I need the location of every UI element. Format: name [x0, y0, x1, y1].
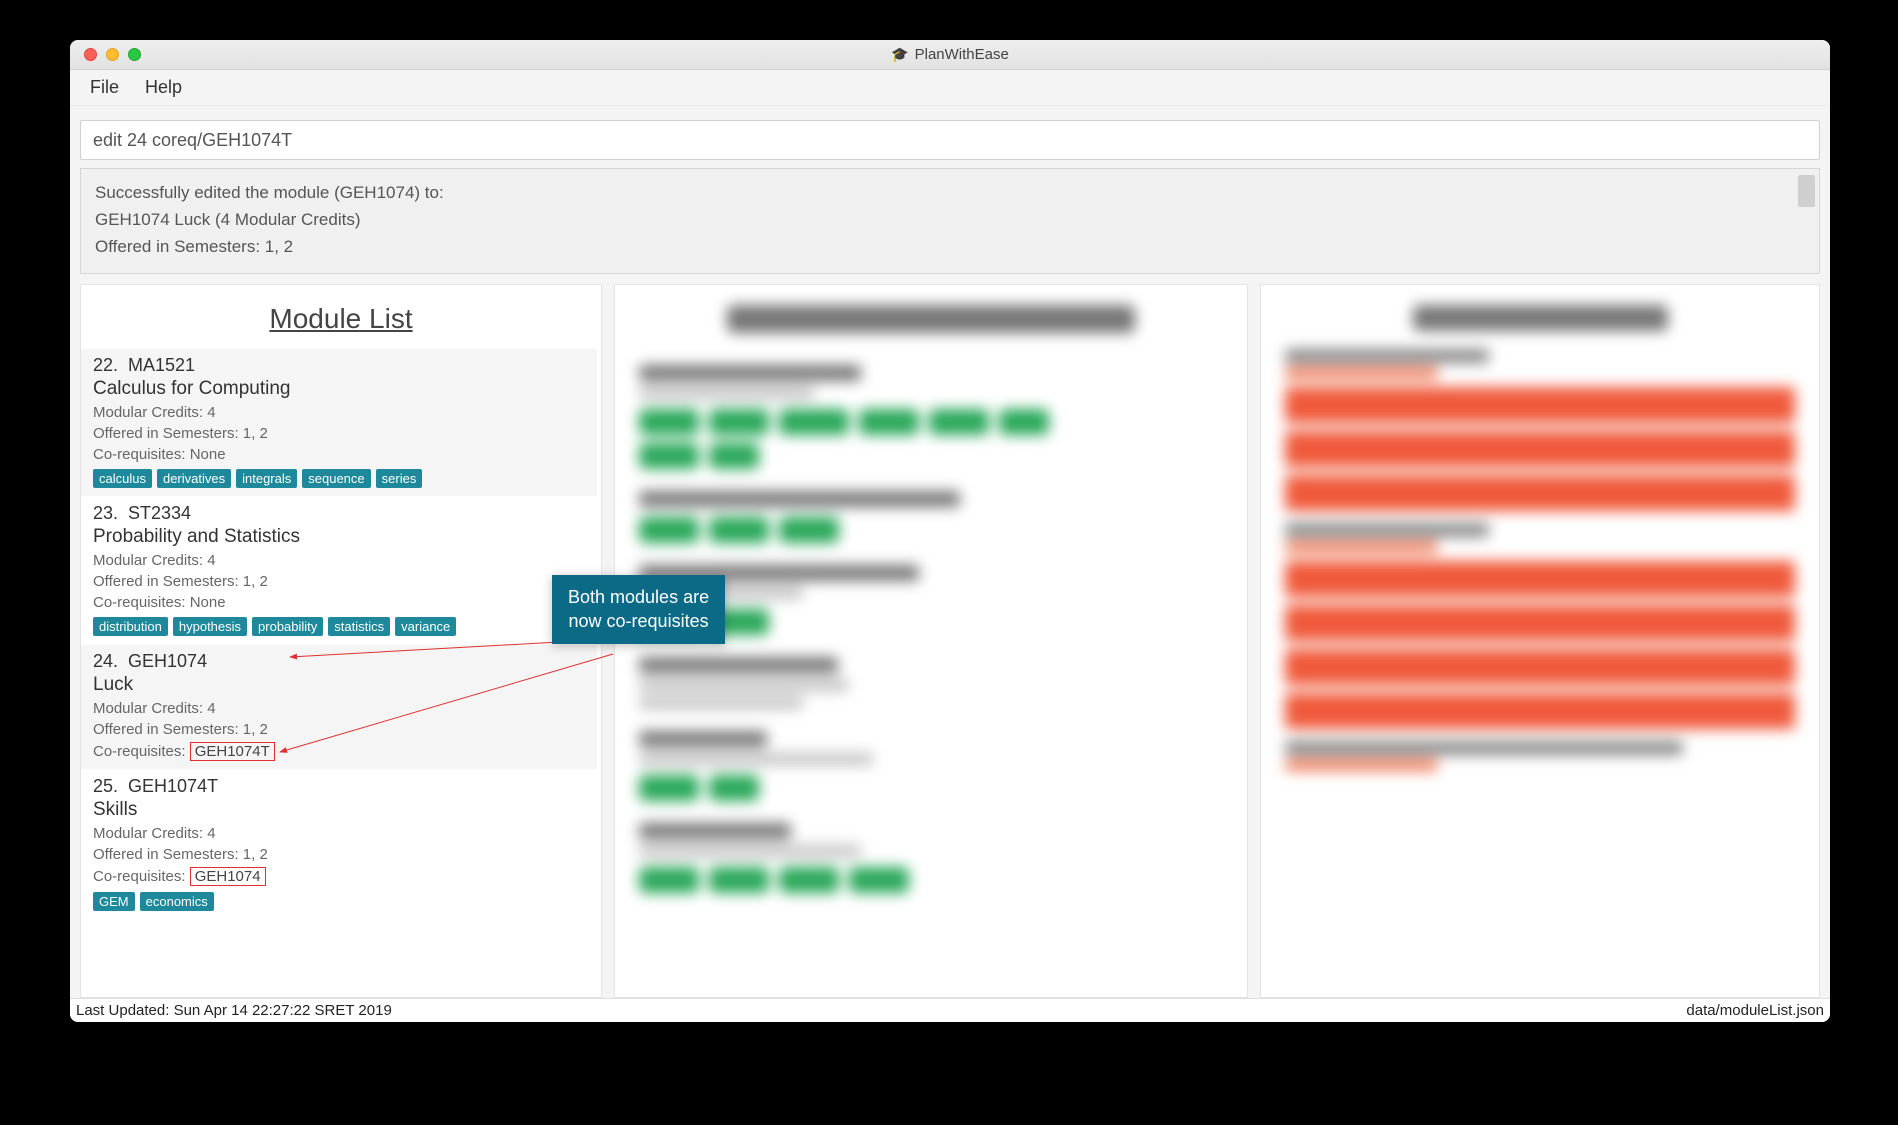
result-line: GEH1074 Luck (4 Modular Credits) [95, 206, 1805, 233]
module-coreq: Co-requisites: None [93, 594, 585, 611]
module-name: Skills [93, 799, 585, 821]
tag: sequence [302, 469, 370, 488]
columns: Module List 22. MA1521Calculus for Compu… [70, 284, 1830, 998]
module-index-code: 23. ST2334 [93, 503, 585, 524]
tag: probability [252, 617, 323, 636]
coreq-value: GEH1074T [190, 742, 275, 761]
annotation-callout: Both modules are now co-requisites [552, 575, 725, 644]
module-card[interactable]: 25. GEH1074TSkills Modular Credits: 4 Offe… [81, 770, 597, 920]
module-credits: Modular Credits: 4 [93, 700, 585, 717]
module-tags: GEM economics [93, 892, 585, 911]
module-index-code: 22. MA1521 [93, 355, 585, 376]
module-list-scroll[interactable]: 22. MA1521Calculus for Computing Modular … [81, 349, 601, 997]
module-tags: distribution hypothesis probability statist… [93, 617, 585, 636]
window-title: PlanWithEase [915, 46, 1009, 63]
status-right: data/moduleList.json [1686, 1002, 1824, 1019]
tag: distribution [93, 617, 168, 636]
module-credits: Modular Credits: 4 [93, 404, 585, 421]
menu-file[interactable]: File [80, 71, 129, 104]
statusbar: Last Updated: Sun Apr 14 22:27:22 SRET 2… [70, 998, 1830, 1022]
module-name: Luck [93, 674, 585, 696]
menu-help[interactable]: Help [135, 71, 192, 104]
tag: economics [140, 892, 214, 911]
titlebar: 🎓 PlanWithEase [70, 40, 1830, 70]
result-line: Successfully edited the module (GEH1074)… [95, 179, 1805, 206]
module-semesters: Offered in Semesters: 1, 2 [93, 425, 585, 442]
maximize-icon[interactable] [128, 48, 141, 61]
module-coreq: Co-requisites: GEH1074 [93, 867, 585, 886]
tag: calculus [93, 469, 152, 488]
module-credits: Modular Credits: 4 [93, 552, 585, 569]
command-input[interactable] [80, 120, 1820, 160]
tag: integrals [236, 469, 297, 488]
module-credits: Modular Credits: 4 [93, 825, 585, 842]
coreq-value: GEH1074 [190, 867, 266, 886]
module-card[interactable]: 22. MA1521Calculus for Computing Modular … [81, 349, 597, 497]
module-semesters: Offered in Semesters: 1, 2 [93, 846, 585, 863]
degree-plan-panel [1260, 284, 1820, 998]
module-index-code: 24. GEH1074 [93, 651, 585, 672]
result-line: Offered in Semesters: 1, 2 [95, 233, 1805, 260]
module-list-panel: Module List 22. MA1521Calculus for Compu… [80, 284, 602, 998]
scrollbar-thumb[interactable] [1798, 175, 1815, 207]
module-name: Probability and Statistics [93, 526, 585, 548]
module-tags: calculus derivatives integrals sequence seri… [93, 469, 585, 488]
app-window: 🎓 PlanWithEase File Help Successfully ed… [70, 40, 1830, 1022]
module-card[interactable]: 23. ST2334Probability and Statistics Modu… [81, 497, 597, 645]
tag: GEM [93, 892, 135, 911]
result-box: Successfully edited the module (GEH1074)… [80, 168, 1820, 274]
tag: series [376, 469, 423, 488]
module-index-code: 25. GEH1074T [93, 776, 585, 797]
module-card[interactable]: 24. GEH1074Luck Modular Credits: 4 Offered… [81, 645, 597, 770]
close-icon[interactable] [84, 48, 97, 61]
tag: hypothesis [173, 617, 247, 636]
tag: derivatives [157, 469, 231, 488]
module-list-title: Module List [81, 285, 601, 349]
menubar: File Help [70, 70, 1830, 106]
minimize-icon[interactable] [106, 48, 119, 61]
tag: statistics [328, 617, 390, 636]
module-coreq: Co-requisites: GEH1074T [93, 742, 585, 761]
module-name: Calculus for Computing [93, 378, 585, 400]
status-left: Last Updated: Sun Apr 14 22:27:22 SRET 2… [76, 1002, 392, 1019]
app-icon: 🎓 [891, 46, 908, 63]
module-semesters: Offered in Semesters: 1, 2 [93, 573, 585, 590]
tag: variance [395, 617, 456, 636]
module-semesters: Offered in Semesters: 1, 2 [93, 721, 585, 738]
module-coreq: Co-requisites: None [93, 446, 585, 463]
